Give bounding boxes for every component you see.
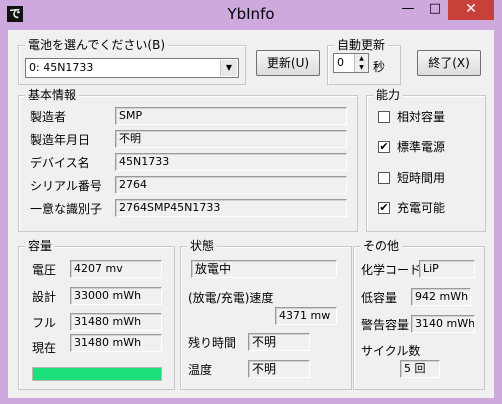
- capacity-progress-fill: [33, 368, 161, 380]
- manufacturer-label: 製造者: [30, 110, 67, 124]
- title-bar[interactable]: で YbInfo — □ ✕: [0, 0, 502, 28]
- full-capacity-value: 31480 mWh: [70, 313, 162, 331]
- spin-down-icon[interactable]: ▼: [355, 63, 368, 72]
- spin-up-icon[interactable]: ▲: [355, 54, 368, 63]
- rechargeable-label[interactable]: 充電可能: [397, 201, 445, 215]
- full-capacity-label: フル: [32, 316, 57, 330]
- device-name-label: デバイス名: [30, 156, 90, 170]
- auto-update-unit: 秒: [373, 60, 386, 74]
- chemistry-label: 化学コード: [361, 263, 422, 277]
- auto-update-value: 0: [337, 56, 344, 69]
- device-name-value: 45N1733: [115, 153, 347, 171]
- short-term-label[interactable]: 短時間用: [397, 171, 445, 185]
- temperature-value: 不明: [248, 360, 310, 378]
- serial-number-value: 2764: [115, 176, 347, 194]
- unique-id-value: 2764SMP45N1733: [115, 199, 347, 217]
- cycle-count-value: 5 回: [400, 360, 440, 378]
- short-term-checkbox[interactable]: [378, 172, 390, 184]
- standard-power-checkbox[interactable]: ✔: [378, 141, 390, 153]
- capacity-title: 容量: [25, 239, 56, 253]
- unique-id-label: 一意な識別子: [30, 202, 103, 216]
- battery-select-value: 0: 45N1733: [29, 61, 94, 74]
- battery-select[interactable]: 0: 45N1733 ▼: [25, 58, 239, 78]
- manufacturer-value: SMP: [115, 107, 347, 125]
- client-area: 電池を選んでください(B) 0: 45N1733 ▼ 更新(U) 自動更新 0 …: [8, 30, 494, 398]
- capability-title: 能力: [373, 88, 404, 102]
- design-capacity-value: 33000 mWh: [70, 287, 162, 305]
- manufacture-date-label: 製造年月日: [30, 133, 91, 147]
- minimize-button[interactable]: —: [394, 0, 422, 20]
- exit-button[interactable]: 終了(X): [417, 50, 481, 76]
- current-capacity-label: 現在: [32, 341, 57, 355]
- auto-update-label: 自動更新: [334, 38, 389, 52]
- other-title: その他: [360, 239, 403, 253]
- remaining-time-value: 不明: [248, 333, 310, 351]
- basic-info-title: 基本情報: [25, 88, 80, 102]
- voltage-value: 4207 mv: [70, 260, 162, 278]
- current-capacity-value: 31480 mWh: [70, 334, 162, 352]
- chemistry-value: LiP: [419, 260, 475, 278]
- design-capacity-label: 設計: [32, 290, 57, 304]
- relative-capacity-checkbox[interactable]: [378, 111, 390, 123]
- voltage-label: 電圧: [32, 263, 57, 277]
- standard-power-label[interactable]: 標準電源: [397, 140, 445, 154]
- state-status-value: 放電中: [191, 260, 337, 278]
- low-capacity-value: 942 mWh: [411, 288, 471, 306]
- rate-label: (放電/充電)速度: [188, 291, 274, 305]
- rate-value: 4371 mw: [275, 307, 337, 325]
- low-capacity-label: 低容量: [361, 291, 398, 305]
- close-button[interactable]: ✕: [448, 0, 494, 20]
- chevron-down-icon[interactable]: ▼: [220, 60, 237, 76]
- manufacture-date-value: 不明: [115, 130, 347, 148]
- app-window: で YbInfo — □ ✕ 電池を選んでください(B) 0: 45N1733 …: [0, 0, 502, 404]
- battery-select-label: 電池を選んでください(B): [25, 38, 168, 52]
- cycle-count-label: サイクル数: [361, 344, 421, 358]
- temperature-label: 温度: [188, 363, 213, 377]
- maximize-button[interactable]: □: [422, 0, 448, 20]
- rechargeable-checkbox[interactable]: ✔: [378, 202, 390, 214]
- serial-number-label: シリアル番号: [30, 179, 102, 193]
- warning-capacity-label: 警告容量: [361, 318, 410, 332]
- capacity-progress-bar: [32, 367, 162, 381]
- update-button[interactable]: 更新(U): [256, 50, 320, 76]
- spinner-buttons[interactable]: ▲ ▼: [354, 54, 368, 72]
- relative-capacity-label[interactable]: 相対容量: [397, 110, 445, 124]
- auto-update-spinner[interactable]: 0 ▲ ▼: [333, 53, 369, 73]
- state-title: 状態: [187, 239, 218, 253]
- remaining-time-label: 残り時間: [188, 336, 237, 350]
- warning-capacity-value: 3140 mWh: [411, 315, 475, 333]
